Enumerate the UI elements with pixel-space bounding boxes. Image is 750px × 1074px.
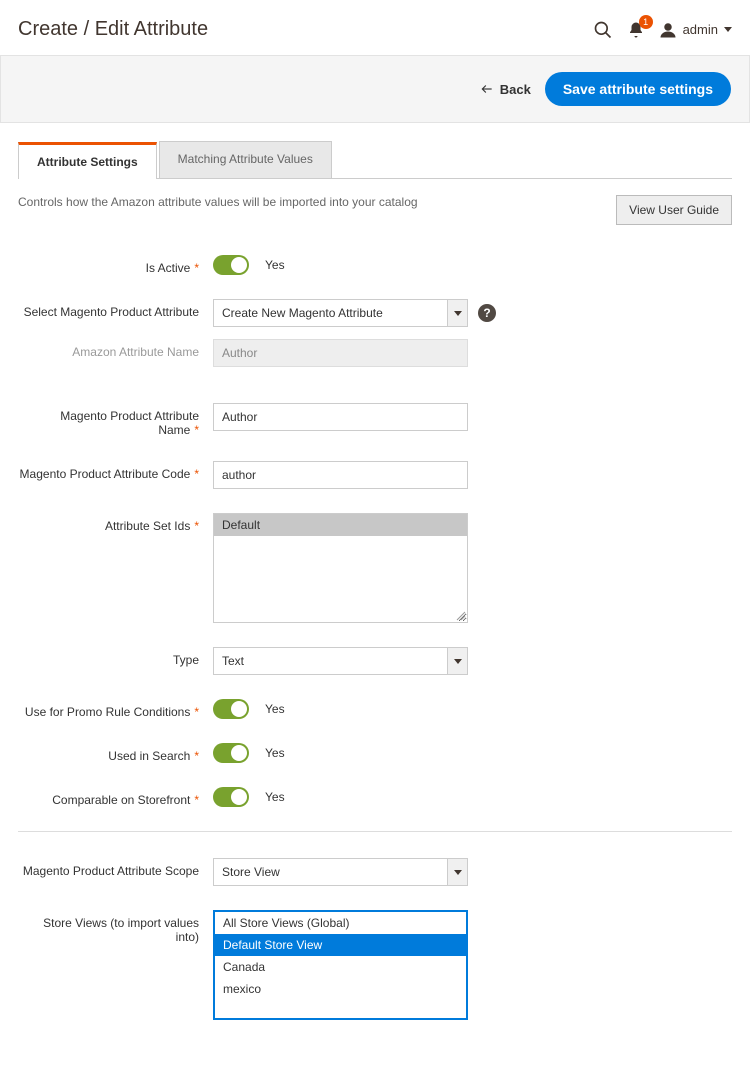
save-button[interactable]: Save attribute settings — [545, 72, 731, 106]
store-view-option[interactable]: All Store Views (Global) — [215, 912, 466, 934]
tab-attribute-settings[interactable]: Attribute Settings — [18, 142, 157, 179]
type-select[interactable]: Text — [213, 647, 468, 675]
tabs: Attribute Settings Matching Attribute Va… — [18, 141, 732, 179]
help-icon[interactable]: ? — [478, 304, 496, 322]
attribute-set-ids-select[interactable]: Default — [213, 513, 468, 623]
tab-matching-values[interactable]: Matching Attribute Values — [159, 141, 332, 178]
magento-attr-name-label: Magento Product Attribute Name — [60, 409, 199, 437]
intro-text: Controls how the Amazon attribute values… — [18, 195, 418, 209]
promo-rule-label: Use for Promo Rule Conditions — [25, 705, 190, 719]
comparable-toggle[interactable] — [213, 787, 249, 807]
select-magento-attr-label: Select Magento Product Attribute — [24, 305, 199, 319]
store-view-option[interactable]: mexico — [215, 978, 466, 1000]
amazon-attr-name-field — [213, 339, 468, 367]
notifications-icon[interactable]: 1 — [627, 21, 645, 39]
attribute-set-ids-label: Attribute Set Ids — [105, 519, 190, 533]
back-button[interactable]: Back — [480, 82, 531, 97]
used-in-search-label: Used in Search — [108, 749, 190, 763]
chevron-down-icon — [447, 859, 467, 885]
store-views-label: Store Views (to import values into) — [43, 916, 199, 944]
amazon-attr-name-label: Amazon Attribute Name — [72, 345, 199, 359]
required-mark: * — [194, 261, 199, 275]
comparable-value: Yes — [265, 790, 285, 804]
action-bar: Back Save attribute settings — [0, 55, 750, 123]
scope-label: Magento Product Attribute Scope — [23, 864, 199, 878]
is-active-value: Yes — [265, 258, 285, 272]
arrow-left-icon — [480, 82, 494, 96]
store-view-option[interactable]: Canada — [215, 956, 466, 978]
scope-select[interactable]: Store View — [213, 858, 468, 886]
magento-attr-code-label: Magento Product Attribute Code — [20, 467, 191, 481]
promo-rule-value: Yes — [265, 702, 285, 716]
user-label: admin — [683, 22, 718, 37]
store-view-option[interactable]: Default Store View — [215, 934, 466, 956]
notification-badge: 1 — [639, 15, 653, 29]
resize-handle-icon[interactable] — [456, 611, 466, 621]
header-actions: 1 admin — [593, 20, 732, 40]
promo-rule-toggle[interactable] — [213, 699, 249, 719]
user-icon — [659, 21, 677, 39]
chevron-down-icon — [724, 27, 732, 32]
divider — [18, 831, 732, 832]
is-active-label: Is Active — [146, 261, 191, 275]
view-user-guide-button[interactable]: View User Guide — [616, 195, 732, 225]
magento-attr-code-field[interactable] — [213, 461, 468, 489]
magento-attr-name-field[interactable] — [213, 403, 468, 431]
select-magento-attr-select[interactable]: Create New Magento Attribute — [213, 299, 468, 327]
used-in-search-toggle[interactable] — [213, 743, 249, 763]
is-active-toggle[interactable] — [213, 255, 249, 275]
user-menu[interactable]: admin — [659, 21, 732, 39]
chevron-down-icon — [447, 300, 467, 326]
used-in-search-value: Yes — [265, 746, 285, 760]
search-icon[interactable] — [593, 20, 613, 40]
back-label: Back — [500, 82, 531, 97]
type-label: Type — [173, 653, 199, 667]
comparable-label: Comparable on Storefront — [52, 793, 190, 807]
page-title: Create / Edit Attribute — [18, 18, 208, 41]
store-views-select[interactable]: All Store Views (Global) Default Store V… — [213, 910, 468, 1020]
attribute-set-option[interactable]: Default — [214, 514, 467, 536]
chevron-down-icon — [447, 648, 467, 674]
